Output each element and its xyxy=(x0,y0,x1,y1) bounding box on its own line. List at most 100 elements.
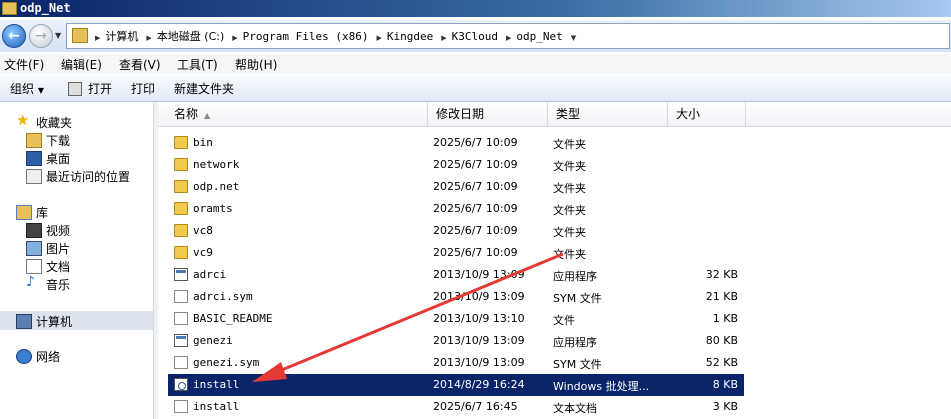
history-dropdown-icon[interactable]: ▼ xyxy=(55,31,61,40)
music-icon: ♪ xyxy=(26,274,35,290)
folder-icon xyxy=(174,202,188,215)
file-icon xyxy=(174,400,188,413)
menu-help[interactable]: 帮助(H) xyxy=(235,56,277,73)
file-row[interactable]: bin 2025/6/7 10:09 文件夹 xyxy=(168,132,744,154)
file-date: 2013/10/9 13:09 xyxy=(433,290,525,303)
column-header-name[interactable]: 名称 ▲ xyxy=(166,102,428,126)
breadcrumb-arrow-icon[interactable]: ▶ xyxy=(506,34,511,42)
file-size: 80 KB xyxy=(705,334,738,347)
file-type: 文件夹 xyxy=(553,138,586,151)
file-type: Windows 批处理... xyxy=(553,380,650,393)
file-name: genezi xyxy=(193,334,233,347)
folder-icon xyxy=(174,158,188,171)
file-type: 应用程序 xyxy=(553,336,597,349)
file-type: 文件夹 xyxy=(553,226,586,239)
window-title: odp_Net xyxy=(20,1,71,15)
menu-bar: 文件(F) 编辑(E) 查看(V) 工具(T) 帮助(H) xyxy=(0,54,951,74)
file-name: bin xyxy=(193,136,213,149)
column-header-size[interactable]: 大小 xyxy=(668,102,746,126)
file-date: 2013/10/9 13:10 xyxy=(433,312,525,325)
file-size: 1 KB xyxy=(712,312,738,325)
file-row[interactable]: oramts 2025/6/7 10:09 文件夹 xyxy=(168,198,744,220)
file-date: 2025/6/7 10:09 xyxy=(433,136,518,149)
forward-button[interactable]: → xyxy=(29,24,53,48)
breadcrumb: ▶ 计算机 ▶ 本地磁盘 (C:) ▶ Program Files (x86) ▶ Kingd… xyxy=(93,28,581,44)
file-size: 8 KB xyxy=(712,378,738,391)
file-row[interactable]: genezi 2013/10/9 13:09 应用程序 80 KB xyxy=(168,330,744,352)
file-type: 文件夹 xyxy=(553,204,586,217)
file-row[interactable]: adrci 2013/10/9 13:09 应用程序 32 KB xyxy=(168,264,744,286)
file-name: BASIC_README xyxy=(193,312,273,325)
file-name: network xyxy=(193,158,240,171)
computer-icon xyxy=(16,314,32,329)
application-icon xyxy=(174,268,188,281)
breadcrumb-arrow-icon[interactable]: ▶ xyxy=(376,34,381,42)
breadcrumb-segment[interactable]: Kingdee xyxy=(387,30,433,43)
menu-edit[interactable]: 编辑(E) xyxy=(61,56,102,73)
sort-ascending-icon: ▲ xyxy=(204,111,211,120)
file-date: 2025/6/7 10:09 xyxy=(433,180,518,193)
command-bar: 组织 ▼ 打开 打印 新建文件夹 xyxy=(0,75,951,102)
file-row[interactable]: odp.net 2025/6/7 10:09 文件夹 xyxy=(168,176,744,198)
file-date: 2025/6/7 10:09 xyxy=(433,158,518,171)
file-date: 2025/6/7 10:09 xyxy=(433,246,518,259)
menu-view[interactable]: 查看(V) xyxy=(119,56,161,73)
file-size: 52 KB xyxy=(705,356,738,369)
file-type: 文件 xyxy=(553,314,575,327)
column-header-date[interactable]: 修改日期 xyxy=(428,102,548,126)
pane-splitter[interactable] xyxy=(153,102,158,419)
file-date: 2025/6/7 10:09 xyxy=(433,224,518,237)
download-folder-icon xyxy=(26,133,42,148)
print-button[interactable]: 打印 xyxy=(131,80,155,97)
file-type: SYM 文件 xyxy=(553,292,602,305)
file-date: 2014/8/29 16:24 xyxy=(433,378,525,391)
folder-icon xyxy=(2,2,17,15)
file-type: 应用程序 xyxy=(553,270,597,283)
file-date: 2013/10/9 13:09 xyxy=(433,356,525,369)
file-size: 21 KB xyxy=(705,290,738,303)
file-row[interactable]: network 2025/6/7 10:09 文件夹 xyxy=(168,154,744,176)
file-date: 2025/6/7 10:09 xyxy=(433,202,518,215)
menu-tools[interactable]: 工具(T) xyxy=(177,56,218,73)
breadcrumb-segment[interactable]: 计算机 xyxy=(105,30,138,43)
file-date: 2025/6/7 16:45 xyxy=(433,400,518,413)
new-folder-button[interactable]: 新建文件夹 xyxy=(174,80,234,97)
file-type: 文件夹 xyxy=(553,182,586,195)
address-dropdown-icon[interactable]: ▼ xyxy=(571,34,576,42)
file-type: 文件夹 xyxy=(553,248,586,261)
breadcrumb-arrow-icon[interactable]: ▶ xyxy=(232,34,237,42)
breadcrumb-arrow-icon[interactable]: ▶ xyxy=(95,34,100,42)
breadcrumb-segment[interactable]: K3Cloud xyxy=(452,30,498,43)
organize-button[interactable]: 组织 ▼ xyxy=(10,80,44,97)
column-header-type[interactable]: 类型 xyxy=(548,102,668,126)
desktop-icon xyxy=(26,151,42,166)
breadcrumb-arrow-icon[interactable]: ▶ xyxy=(146,34,151,42)
star-icon: ★ xyxy=(16,111,30,129)
folder-icon xyxy=(174,136,188,149)
title-bar: odp_Net xyxy=(0,0,951,17)
picture-icon xyxy=(26,241,42,256)
file-row[interactable]: genezi.sym 2013/10/9 13:09 SYM 文件 52 KB xyxy=(168,352,744,374)
navigation-bar: ← → ▼ ▶ 计算机 ▶ 本地磁盘 (C:) ▶ Program Files (x86)… xyxy=(0,20,951,52)
breadcrumb-arrow-icon[interactable]: ▶ xyxy=(441,34,446,42)
file-row[interactable]: adrci.sym 2013/10/9 13:09 SYM 文件 21 KB xyxy=(168,286,744,308)
open-button[interactable]: 打开 xyxy=(88,80,112,97)
folder-icon xyxy=(174,246,188,259)
network-icon xyxy=(16,349,32,364)
file-name: adrci xyxy=(193,268,227,281)
address-bar[interactable]: ▶ 计算机 ▶ 本地磁盘 (C:) ▶ Program Files (x86) ▶ Kingd… xyxy=(66,23,950,49)
file-name: vc9 xyxy=(193,246,213,259)
file-name: odp.net xyxy=(193,180,240,193)
menu-file[interactable]: 文件(F) xyxy=(4,56,44,73)
breadcrumb-segment[interactable]: 本地磁盘 (C:) xyxy=(157,30,224,43)
navigation-pane: ★ 收藏夹 下载 桌面 最近访问的位置 库 视频 图片 文档 ♪ 音乐 计算机 … xyxy=(0,102,153,419)
file-row[interactable]: install 2014/8/29 16:24 Windows 批处理... 8 KB xyxy=(168,374,744,396)
file-row[interactable]: vc9 2025/6/7 10:09 文件夹 xyxy=(168,242,744,264)
file-row[interactable]: install 2025/6/7 16:45 文本文档 3 KB xyxy=(168,396,744,418)
file-date: 2013/10/9 13:09 xyxy=(433,334,525,347)
file-row[interactable]: vc8 2025/6/7 10:09 文件夹 xyxy=(168,220,744,242)
breadcrumb-segment[interactable]: Program Files (x86) xyxy=(243,30,369,43)
back-button[interactable]: ← xyxy=(2,24,26,48)
breadcrumb-segment[interactable]: odp_Net xyxy=(516,30,562,43)
file-row[interactable]: BASIC_README 2013/10/9 13:10 文件 1 KB xyxy=(168,308,744,330)
